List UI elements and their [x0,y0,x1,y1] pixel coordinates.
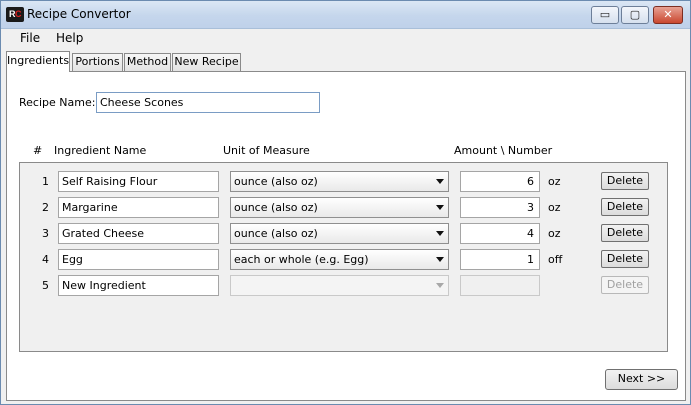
column-header-amount: Amount \ Number [454,144,553,157]
unit-abbreviation: off [548,253,563,266]
tab-ingredients[interactable]: Ingredients [6,51,70,72]
unit-abbreviation: oz [548,175,561,188]
unit-abbreviation: oz [548,201,561,214]
ingredient-name-input[interactable]: Grated Cheese [58,223,219,244]
ingredient-row: 1 Self Raising Flour ounce (also oz) 6 o… [20,171,667,193]
recipe-convertor-window: RC Recipe Convertor ▭ ▢ ✕ File Help Ingr… [0,0,691,405]
row-number: 4 [42,253,49,266]
row-number: 3 [42,227,49,240]
unit-value: ounce (also oz) [234,227,318,240]
row-number: 1 [42,175,49,188]
row-number: 2 [42,201,49,214]
title-bar[interactable]: RC Recipe Convertor ▭ ▢ ✕ [1,1,690,29]
chevron-down-icon [436,205,444,210]
next-button[interactable]: Next >> [605,369,678,390]
ingredient-name-input[interactable]: Self Raising Flour [58,171,219,192]
ingredient-name-input[interactable]: New Ingredient [58,275,219,296]
amount-input[interactable]: 1 [460,249,540,270]
chevron-down-icon [436,257,444,262]
tab-new-recipe[interactable]: New Recipe [172,53,241,71]
chevron-down-icon [436,231,444,236]
ingredient-name-input[interactable]: Margarine [58,197,219,218]
row-number: 5 [42,279,49,292]
recipe-name-label: Recipe Name: [19,96,96,109]
ingredient-row-new: 5 New Ingredient Delete [20,275,667,297]
delete-button[interactable]: Delete [601,250,649,268]
amount-input [460,275,540,296]
unit-dropdown [230,275,449,296]
recipe-name-input[interactable]: Cheese Scones [96,92,320,113]
ingredients-panel: 1 Self Raising Flour ounce (also oz) 6 o… [19,162,668,352]
ingredient-row: 3 Grated Cheese ounce (also oz) 4 oz Del… [20,223,667,245]
amount-input[interactable]: 6 [460,171,540,192]
maximize-button[interactable]: ▢ [621,6,649,24]
column-header-unit: Unit of Measure [223,144,310,157]
unit-dropdown[interactable]: ounce (also oz) [230,197,449,218]
chevron-down-icon [436,179,444,184]
unit-dropdown[interactable]: each or whole (e.g. Egg) [230,249,449,270]
chevron-down-icon [436,283,444,288]
amount-input[interactable]: 4 [460,223,540,244]
menu-file[interactable]: File [20,31,40,45]
menu-bar: File Help [1,29,690,49]
unit-dropdown[interactable]: ounce (also oz) [230,223,449,244]
unit-value: ounce (also oz) [234,175,318,188]
delete-button[interactable]: Delete [601,172,649,190]
ingredient-name-input[interactable]: Egg [58,249,219,270]
amount-input[interactable]: 3 [460,197,540,218]
app-logo-icon: RC [6,7,24,22]
ingredient-row: 2 Margarine ounce (also oz) 3 oz Delete [20,197,667,219]
delete-button[interactable]: Delete [601,198,649,216]
column-header-number: # [33,144,43,157]
ingredient-row: 4 Egg each or whole (e.g. Egg) 1 off Del… [20,249,667,271]
delete-button[interactable]: Delete [601,224,649,242]
ingredients-tab-page: Recipe Name: Cheese Scones # Ingredient … [6,71,686,401]
unit-dropdown[interactable]: ounce (also oz) [230,171,449,192]
tab-method[interactable]: Method [124,53,171,71]
menu-help[interactable]: Help [56,31,83,45]
minimize-button[interactable]: ▭ [591,6,619,24]
unit-value: ounce (also oz) [234,201,318,214]
delete-button: Delete [601,276,649,294]
tab-portions[interactable]: Portions [72,53,123,71]
close-button[interactable]: ✕ [653,6,683,24]
unit-abbreviation: oz [548,227,561,240]
column-header-ingredient-name: Ingredient Name [54,144,147,157]
window-title: Recipe Convertor [27,7,131,21]
unit-value: each or whole (e.g. Egg) [234,253,369,266]
